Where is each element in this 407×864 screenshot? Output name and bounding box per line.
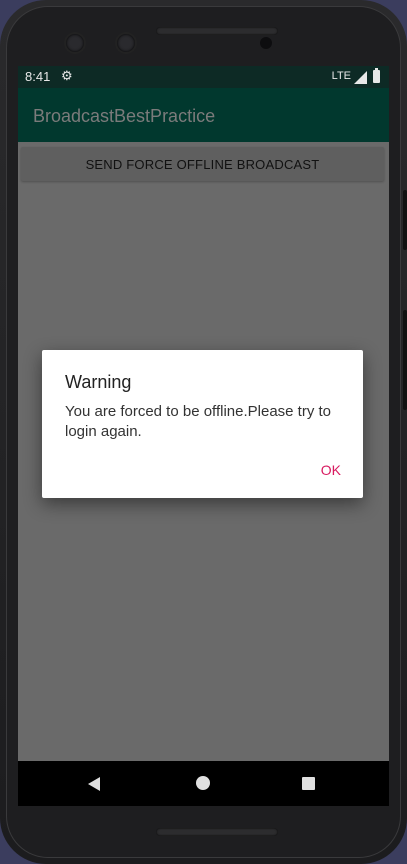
dialog-message: You are forced to be offline.Please try … xyxy=(65,403,332,440)
screen: 8:41 ⚙ LTE BroadcastBestPractice SEND FO… xyxy=(18,66,389,806)
status-time: 8:41 xyxy=(25,69,51,84)
front-camera-icon xyxy=(117,34,135,52)
settings-gear-icon: ⚙ xyxy=(61,68,73,83)
network-type: LTE xyxy=(331,70,351,82)
status-bar: 8:41 ⚙ LTE xyxy=(18,66,389,88)
volume-button[interactable] xyxy=(403,310,407,410)
recents-icon[interactable] xyxy=(302,777,315,790)
warning-dialog: Warning You are forced to be offline.Ple… xyxy=(42,350,363,498)
phone-frame: 8:41 ⚙ LTE BroadcastBestPractice SEND FO… xyxy=(0,0,407,864)
bottom-speaker xyxy=(156,828,278,836)
battery-icon xyxy=(373,68,380,83)
dialog-ok-button[interactable]: OK xyxy=(321,462,341,478)
power-button[interactable] xyxy=(403,190,407,250)
app-title: BroadcastBestPractice xyxy=(33,106,216,126)
home-icon[interactable] xyxy=(196,776,210,790)
proximity-sensor xyxy=(260,37,272,49)
front-camera-icon xyxy=(66,34,84,52)
top-speaker xyxy=(156,27,278,35)
back-icon[interactable] xyxy=(88,777,100,791)
send-force-offline-button[interactable]: SEND FORCE OFFLINE BROADCAST xyxy=(21,147,384,181)
dialog-title: Warning xyxy=(65,372,132,392)
signal-icon xyxy=(354,71,367,84)
navigation-bar xyxy=(18,761,389,806)
app-bar: BroadcastBestPractice xyxy=(18,88,389,142)
